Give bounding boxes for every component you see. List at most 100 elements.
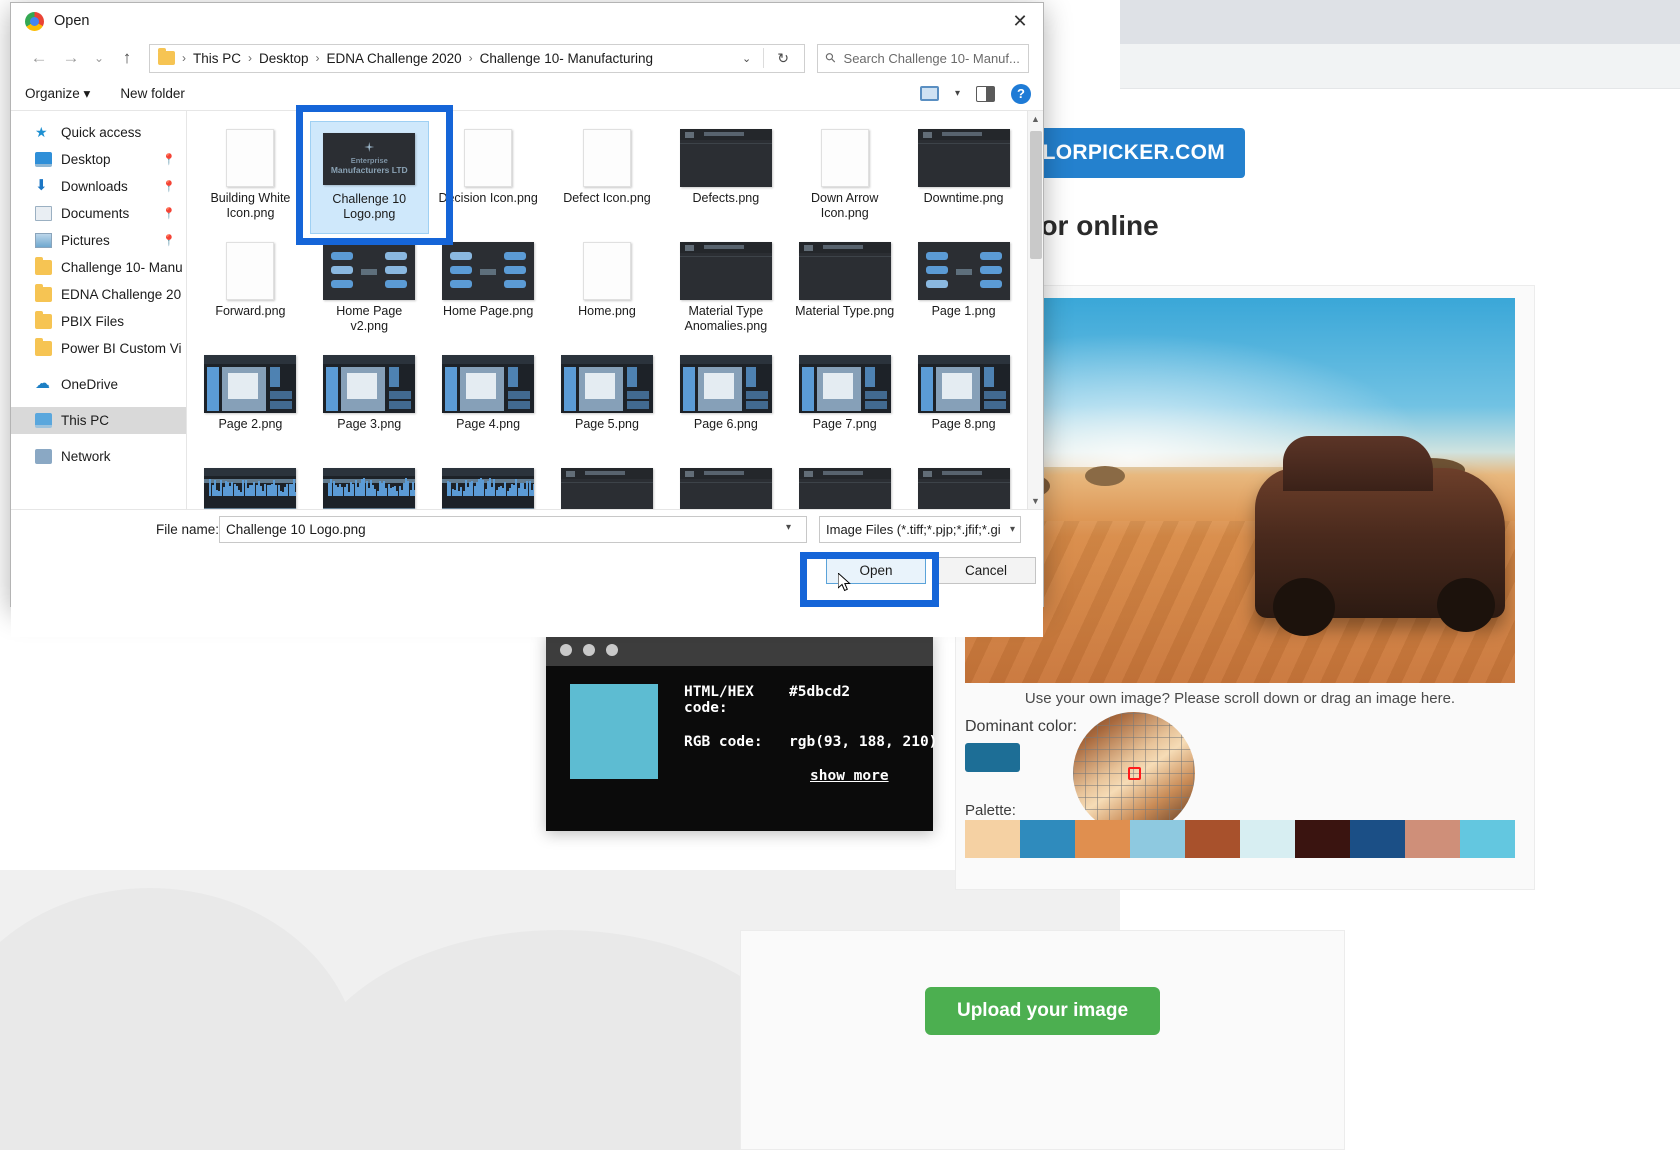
file-item[interactable]: Page 3.png [310,347,429,460]
palette-swatch[interactable] [1185,820,1240,858]
palette-swatch[interactable] [965,820,1020,858]
file-item[interactable]: Home Page.png [429,234,548,347]
palette-swatch[interactable] [1295,820,1350,858]
chevron-down-icon[interactable]: ▾ [786,522,791,533]
scroll-down-icon[interactable]: ▼ [1028,493,1043,509]
rgb-code-value[interactable]: rgb(93, 188, 210) [789,734,939,750]
sidebar-item-network[interactable]: Network [11,443,186,470]
sidebar-item-pictures[interactable]: Pictures 📍 [11,227,186,254]
file-item[interactable]: Page 5.png [548,347,667,460]
open-button[interactable]: Open [826,557,926,584]
palette-swatch[interactable] [1075,820,1130,858]
hero-photo[interactable] [965,298,1515,683]
back-icon[interactable]: ← [25,44,53,72]
file-item[interactable]: Plant [548,460,667,509]
palette-swatch[interactable] [1020,820,1075,858]
sidebar-item-this-pc[interactable]: This PC [11,407,186,434]
file-item[interactable]: Down Arrow Icon.png [785,121,904,234]
sidebar-item-quick-access[interactable]: ★ Quick access [11,119,186,146]
file-thumbnail [440,234,536,302]
show-more-link[interactable]: show more [810,768,939,784]
preview-pane-icon[interactable] [976,86,995,102]
file-item[interactable]: Forward.png [191,234,310,347]
file-item[interactable]: Defect Icon.png [548,121,667,234]
pin-icon[interactable]: 📍 [162,153,176,166]
file-item[interactable]: Material Type Anomalies.png [666,234,785,347]
pin-icon[interactable]: 📍 [162,180,176,193]
brand-bar-label: LORPICKER.COM [1043,141,1225,165]
palette-swatch[interactable] [1405,820,1460,858]
sidebar-item-onedrive[interactable]: ☁ OneDrive [11,371,186,398]
breadcrumb-item-desktop[interactable]: Desktop [259,51,309,66]
file-item[interactable]: Downtime.png [904,121,1023,234]
recent-locations-icon[interactable]: ⌄ [89,44,109,72]
palette-swatch[interactable] [1350,820,1405,858]
change-view-icon[interactable] [920,86,939,101]
up-one-level-icon[interactable]: ↑ [113,44,141,72]
file-item[interactable]: Page 1.png [904,234,1023,347]
forward-icon[interactable]: → [57,44,85,72]
palette-swatches[interactable] [965,820,1515,858]
chevron-down-icon[interactable]: ▾ [955,88,960,99]
star-icon: ★ [35,125,52,140]
scrollbar-thumb[interactable] [1030,131,1042,259]
file-name-input[interactable] [219,516,807,543]
sidebar-item-downloads[interactable]: ⬇ Downloads 📍 [11,173,186,200]
file-item[interactable]: Page 4.png [429,347,548,460]
sidebar-item-documents[interactable]: Documents 📍 [11,200,186,227]
search-box[interactable]: ⚲ Search Challenge 10- Manuf... [817,44,1029,73]
refresh-icon[interactable]: ↻ [768,50,798,67]
dark-report-thumbnail [561,468,653,509]
help-icon[interactable]: ? [1011,84,1031,104]
vertical-scrollbar[interactable]: ▲ ▼ [1027,111,1043,509]
file-item[interactable]: Plants.png [666,460,785,509]
upload-your-image-button[interactable]: Upload your image [925,987,1160,1035]
file-item[interactable]: Home Page v2.png [310,234,429,347]
file-item[interactable]: Page 7.png [785,347,904,460]
file-item[interactable]: Page 9.png [191,460,310,509]
file-item[interactable]: Rankings.png [785,460,904,509]
sidebar-item-desktop[interactable]: Desktop 📍 [11,146,186,173]
breadcrumb-separator: › [245,51,255,65]
pin-icon[interactable]: 📍 [162,234,176,247]
sidebar-item-label: Network [61,449,111,464]
file-item[interactable]: Material Type.png [785,234,904,347]
chevron-down-icon[interactable]: ⌄ [734,52,759,65]
file-item[interactable]: Decision Icon.png [429,121,548,234]
palette-swatch[interactable] [1240,820,1295,858]
sidebar-item-power-bi-custom-vi[interactable]: Power BI Custom Vi [11,335,186,362]
close-icon[interactable]: ✕ [997,3,1043,39]
file-item[interactable]: Page 11.png [429,460,548,509]
organize-button[interactable]: Organize ▾ [25,86,90,102]
palette-swatch[interactable] [1460,820,1515,858]
file-item[interactable]: Page 6.png [666,347,785,460]
file-item[interactable]: Page 10.png [310,460,429,509]
dominant-color-swatch[interactable] [965,743,1020,772]
pin-icon[interactable]: 📍 [162,207,176,220]
breadcrumb-item-this-pc[interactable]: This PC [193,51,241,66]
file-item[interactable]: Page 2.png [191,347,310,460]
scroll-up-icon[interactable]: ▲ [1028,111,1043,127]
palette-swatch[interactable] [1130,820,1185,858]
file-item[interactable]: Page 8.png [904,347,1023,460]
new-folder-button[interactable]: New folder [120,86,185,101]
file-item[interactable]: Enterprise Manufacturers LTD Challenge 10 … [310,121,429,234]
breadcrumb-item-challenge10[interactable]: Challenge 10- Manufacturing [480,51,653,66]
breadcrumb-item-edna[interactable]: EDNA Challenge 2020 [327,51,462,66]
blank-image-thumbnail [583,242,631,300]
cancel-button[interactable]: Cancel [936,557,1036,584]
breadcrumb[interactable]: › This PC › Desktop › EDNA Challenge 202… [149,44,805,73]
file-name-label: Forward.png [198,304,302,319]
magnifier-loupe [1073,712,1195,834]
file-item[interactable]: Recap.png [904,460,1023,509]
sidebar-divider [11,434,186,443]
file-type-select[interactable]: Image Files (*.tiff;*.pjp;*.jfif;*.gi ▾ [819,516,1021,543]
sidebar-item-edna-challenge-20[interactable]: EDNA Challenge 20 [11,281,186,308]
file-item[interactable]: Building White Icon.png [191,121,310,234]
file-item[interactable]: Defects.png [666,121,785,234]
sidebar-item-pbix-files[interactable]: PBIX Files [11,308,186,335]
hex-code-value[interactable]: #5dbcd2 [789,684,939,716]
chevron-down-icon[interactable]: ▾ [1010,524,1015,535]
file-item[interactable]: Home.png [548,234,667,347]
sidebar-item-challenge-10-manu[interactable]: Challenge 10- Manu [11,254,186,281]
